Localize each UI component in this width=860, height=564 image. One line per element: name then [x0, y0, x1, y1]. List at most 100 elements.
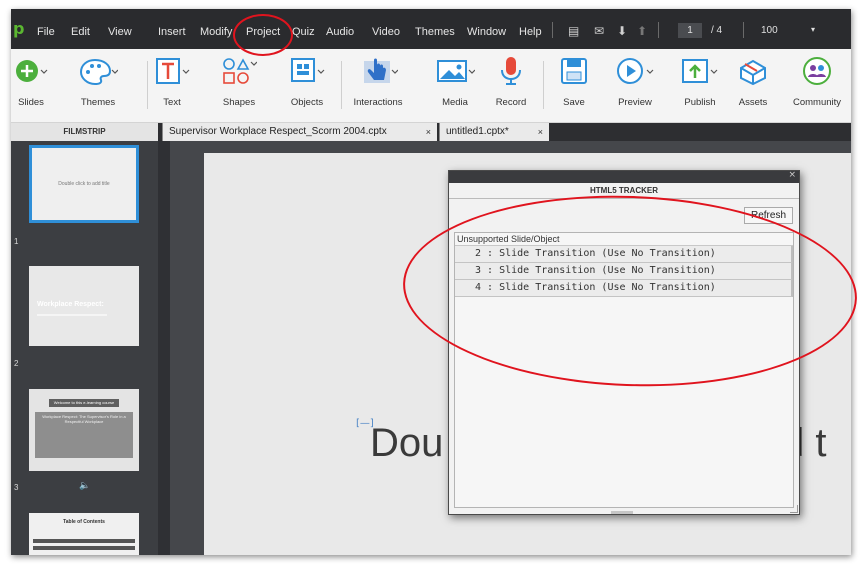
- assets-label: Assets: [738, 97, 768, 108]
- dialog-titlebar[interactable]: ×: [449, 170, 799, 183]
- slide-total: / 4: [711, 25, 723, 36]
- tab-label: Supervisor Workplace Respect_Scorm 2004.…: [169, 126, 387, 137]
- record-button[interactable]: Record: [489, 54, 533, 116]
- menu-file[interactable]: File: [37, 26, 55, 38]
- filmstrip-header: FILMSTRIP: [11, 123, 158, 141]
- record-label: Record: [495, 97, 527, 108]
- thumb-title: Workplace Respect:: [37, 301, 104, 308]
- shapes-button[interactable]: Shapes: [219, 54, 259, 116]
- save-button[interactable]: Save: [554, 54, 594, 116]
- current-slide-input[interactable]: 1: [678, 23, 702, 38]
- slide-number: 3: [14, 483, 19, 492]
- interactions-button[interactable]: Interactions: [347, 54, 409, 116]
- close-icon[interactable]: ×: [788, 170, 796, 180]
- slides-button[interactable]: Slides: [11, 54, 51, 116]
- unsupported-objects-list: Unsupported Slide/Object 2 : Slide Trans…: [454, 232, 794, 508]
- preview-button[interactable]: Preview: [611, 54, 659, 116]
- community-button[interactable]: Community: [787, 54, 847, 116]
- tab-row: FILMSTRIP Supervisor Workplace Respect_S…: [11, 123, 851, 141]
- list-item[interactable]: 3 : Slide Transition (Use No Transition): [455, 263, 793, 280]
- list-item[interactable]: 4 : Slide Transition (Use No Transition): [455, 280, 793, 297]
- menubar: p File Edit View Insert Modify Project Q…: [11, 9, 851, 49]
- slide-thumbnail-4[interactable]: Table of Contents: [29, 513, 139, 555]
- menu-edit[interactable]: Edit: [71, 26, 90, 38]
- objects-button[interactable]: Objects: [285, 54, 329, 116]
- menu-view[interactable]: View: [108, 26, 132, 38]
- audio-speaker-icon: 🔈: [79, 481, 91, 491]
- toolbar-divider: [147, 61, 148, 109]
- resize-corner[interactable]: [790, 505, 798, 513]
- palette-icon: [73, 54, 123, 88]
- media-label: Media: [442, 97, 468, 108]
- thumb-line: [37, 314, 107, 316]
- slides-label: Slides: [18, 97, 44, 108]
- thumb-title: Table of Contents: [63, 519, 105, 525]
- slide-thumbnail-3[interactable]: Welcome to this e-learning course Workpl…: [29, 389, 139, 471]
- menubar-divider: [552, 22, 553, 38]
- themes-button[interactable]: Themes: [73, 54, 123, 116]
- mail-icon[interactable]: ✉: [594, 24, 604, 38]
- toolbar-divider: [543, 61, 544, 109]
- menu-insert[interactable]: Insert: [158, 26, 186, 38]
- app-logo: p: [13, 19, 25, 38]
- slide-number: 1: [14, 237, 19, 246]
- play-icon: [611, 54, 659, 88]
- menu-audio[interactable]: Audio: [326, 26, 354, 38]
- menu-themes[interactable]: Themes: [415, 26, 455, 38]
- tab-close-icon[interactable]: ×: [538, 123, 543, 141]
- assets-icon: [731, 54, 775, 88]
- list-item[interactable]: 2 : Slide Transition (Use No Transition): [455, 246, 793, 263]
- image-icon: [433, 54, 477, 88]
- assets-button[interactable]: Assets: [731, 54, 775, 116]
- text-button[interactable]: Text: [152, 54, 192, 116]
- thumb-line: [33, 539, 135, 543]
- themes-label: Themes: [80, 97, 116, 108]
- filmstrip-scrollbar[interactable]: [158, 141, 170, 555]
- publish-button[interactable]: Publish: [677, 54, 723, 116]
- objects-label: Objects: [290, 97, 324, 108]
- text-label: Text: [163, 97, 181, 108]
- arrow-up-icon[interactable]: ⬆: [637, 24, 647, 38]
- refresh-button[interactable]: Refresh: [743, 207, 793, 224]
- save-label: Save: [563, 97, 585, 108]
- zoom-dropdown-icon[interactable]: ▾: [811, 25, 815, 34]
- big-button-toolbar: Slides Themes Text Shapes Objects Intera…: [11, 49, 851, 123]
- media-button[interactable]: Media: [433, 54, 477, 116]
- thumb-placeholder-text: Double click to add title: [58, 181, 110, 187]
- tab-untitled1[interactable]: untitled1.cptx* ×: [439, 123, 549, 141]
- tab-label: untitled1.cptx*: [446, 126, 509, 137]
- text-icon: [152, 54, 192, 88]
- menu-quiz[interactable]: Quiz: [292, 26, 315, 38]
- save-icon: [554, 54, 594, 88]
- community-label: Community: [792, 97, 842, 108]
- toolbar-divider: [341, 61, 342, 109]
- slide-thumbnail-1[interactable]: Double click to add title: [29, 145, 139, 223]
- publish-label: Publish: [684, 97, 716, 108]
- hand-pointer-icon: [347, 54, 409, 88]
- slide-title-placeholder[interactable]: Dou: [370, 421, 443, 466]
- tab-close-icon[interactable]: ×: [426, 123, 431, 141]
- menu-modify[interactable]: Modify: [200, 26, 232, 38]
- thumb-line: [33, 546, 135, 550]
- add-slide-icon: [11, 54, 51, 88]
- shapes-icon: [219, 54, 259, 88]
- zoom-level[interactable]: 100: [761, 25, 778, 36]
- menu-video[interactable]: Video: [372, 26, 400, 38]
- preview-label: Preview: [618, 97, 652, 108]
- tab-supervisor-workplace-respect[interactable]: Supervisor Workplace Respect_Scorm 2004.…: [162, 123, 437, 141]
- dialog-title: HTML5 TRACKER: [449, 183, 799, 199]
- arrow-down-icon[interactable]: ⬇: [617, 24, 627, 38]
- resize-grip[interactable]: [611, 511, 633, 514]
- menu-window[interactable]: Window: [467, 26, 506, 38]
- menu-project[interactable]: Project: [246, 26, 280, 38]
- captivate-window: p File Edit View Insert Modify Project Q…: [11, 9, 851, 555]
- comment-icon[interactable]: ▤: [568, 24, 579, 38]
- slide-thumbnail-2[interactable]: Workplace Respect:: [29, 266, 139, 346]
- slide-number: 2: [14, 359, 19, 368]
- html5-tracker-dialog: × HTML5 TRACKER Refresh Unsupported Slid…: [448, 170, 800, 515]
- filmstrip-panel: Double click to add title 1 Workplace Re…: [11, 141, 158, 555]
- thumb-banner: Welcome to this e-learning course: [49, 399, 119, 407]
- column-header: Unsupported Slide/Object: [455, 233, 793, 246]
- shapes-label: Shapes: [222, 97, 256, 108]
- menu-help[interactable]: Help: [519, 26, 542, 38]
